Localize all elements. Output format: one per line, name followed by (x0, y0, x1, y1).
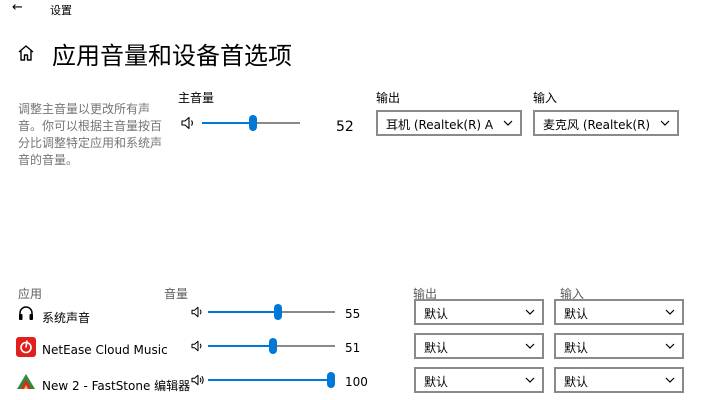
master-input-dropdown[interactable]: 麦克风 (Realtek(R) A... (533, 110, 679, 136)
app-volume-thumb[interactable] (327, 372, 335, 388)
netease-cloud-music-icon (16, 337, 36, 357)
page-description: 调整主音量以更改所有声音。你可以根据主音量按百分比调整特定应用和系统声音的音量。 (18, 102, 163, 167)
app-input-value: 默认 (564, 375, 589, 389)
app-name: 系统声音 (42, 311, 91, 325)
app-input-value: 默认 (564, 341, 589, 355)
app-input-dropdown[interactable]: 默认 (554, 299, 684, 325)
app-volume-thumb[interactable] (269, 338, 277, 354)
app-input-dropdown[interactable]: 默认 (554, 333, 684, 359)
app-output-dropdown[interactable]: 默认 (414, 367, 544, 393)
master-input-label: 输入 (533, 91, 558, 105)
speaker-icon[interactable] (191, 340, 205, 352)
app-row-faststone: New 2 - FastStone 编辑器 100 默认 默认 (0, 367, 715, 395)
speaker-loud-icon[interactable] (191, 374, 205, 386)
master-input-value: 麦克风 (Realtek(R) A... (543, 118, 651, 132)
master-output-label: 输出 (376, 91, 401, 105)
master-volume-thumb[interactable] (249, 115, 257, 131)
app-volume-value: 51 (345, 341, 361, 355)
app-row-system-sounds: 系统声音 55 默认 默认 (0, 299, 715, 327)
chevron-down-icon (525, 309, 535, 315)
chevron-down-icon (503, 120, 513, 126)
master-output-dropdown[interactable]: 耳机 (Realtek(R) Au... (376, 110, 522, 136)
app-volume-value: 55 (345, 307, 361, 321)
home-icon (18, 45, 34, 61)
app-output-value: 默认 (424, 307, 449, 321)
chevron-down-icon (665, 377, 675, 383)
app-volume-slider[interactable] (208, 304, 335, 320)
app-output-dropdown[interactable]: 默认 (414, 333, 544, 359)
chevron-down-icon (660, 120, 670, 126)
master-output-value: 耳机 (Realtek(R) Au... (386, 118, 494, 132)
app-volume-slider[interactable] (208, 372, 335, 388)
window-title: 设置 (50, 4, 72, 17)
page-title: 应用音量和设备首选项 (52, 42, 292, 70)
app-output-value: 默认 (424, 375, 449, 389)
app-volume-slider[interactable] (208, 338, 335, 354)
title-bar: ← 设置 (0, 0, 715, 18)
app-output-value: 默认 (424, 341, 449, 355)
app-row-netease-cloud-music: NetEase Cloud Music 51 默认 默认 (0, 333, 715, 361)
app-name: NetEase Cloud Music (42, 343, 168, 357)
speaker-icon[interactable] (181, 116, 197, 130)
chevron-down-icon (525, 343, 535, 349)
app-input-value: 默认 (564, 307, 589, 321)
app-volume-value: 100 (345, 375, 368, 389)
master-volume-value: 52 (336, 119, 354, 135)
master-volume-slider[interactable] (202, 115, 300, 131)
chevron-down-icon (665, 309, 675, 315)
app-input-dropdown[interactable]: 默认 (554, 367, 684, 393)
system-sounds-icon (19, 306, 33, 320)
back-arrow-icon[interactable]: ← (12, 1, 23, 15)
app-volume-thumb[interactable] (274, 304, 282, 320)
app-name: New 2 - FastStone 编辑器 (42, 379, 191, 393)
chevron-down-icon (525, 377, 535, 383)
speaker-icon[interactable] (191, 306, 205, 318)
faststone-icon (17, 374, 35, 389)
chevron-down-icon (665, 343, 675, 349)
master-volume-label: 主音量 (178, 91, 215, 105)
app-output-dropdown[interactable]: 默认 (414, 299, 544, 325)
